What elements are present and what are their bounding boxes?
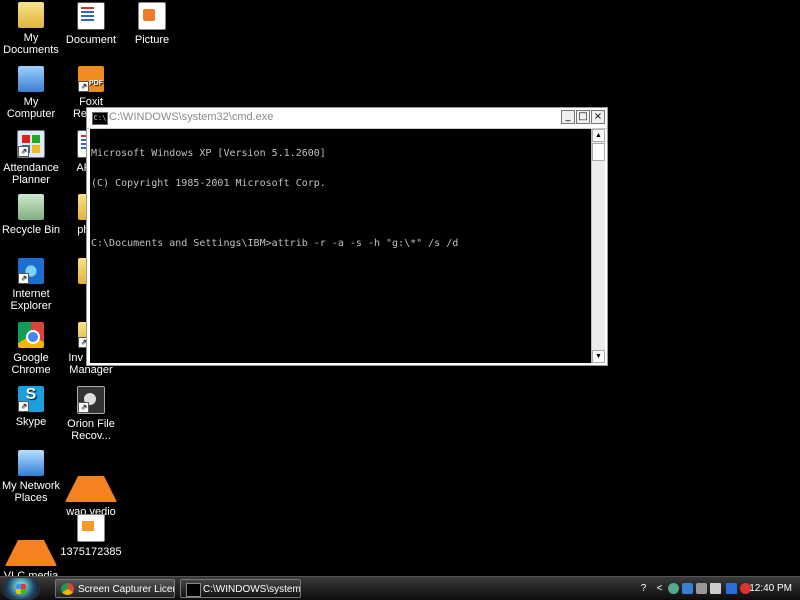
cmd-app-icon[interactable]: C:\ — [92, 112, 108, 125]
taskbar-clock[interactable]: 12:40 PM — [749, 583, 792, 594]
taskbar-item-screen-capturer[interactable]: Screen Capturer Licen... — [55, 579, 175, 598]
shortcut-arrow-icon: ↗ — [18, 273, 29, 284]
network-icon — [18, 450, 44, 476]
close-button[interactable]: × — [591, 110, 605, 124]
console-line: Microsoft Windows XP [Version 5.1.2600] — [91, 148, 326, 159]
desktop-icon-label: Picture — [134, 34, 170, 46]
desktop-icon-label: My Network Places — [1, 480, 61, 504]
chrome-icon — [18, 322, 44, 348]
scroll-thumb[interactable] — [592, 143, 605, 161]
folder-icon — [18, 2, 44, 28]
orion-recovery-icon: ↗ — [77, 386, 105, 414]
picture-file-icon — [138, 2, 166, 30]
foxit-pdf-icon: ↗ — [78, 66, 104, 92]
cmd-window-title: C:\WINDOWS\system32\cmd.exe — [109, 111, 274, 123]
vlc-cone-icon — [65, 450, 117, 502]
planner-icon: ↗ — [17, 130, 45, 158]
desktop-icon-label: Skype — [15, 416, 47, 428]
shortcut-arrow-icon: ↗ — [78, 402, 89, 413]
tray-app-icon[interactable] — [696, 583, 707, 594]
desktop-icon-attendance-planner[interactable]: ↗ Attendance Planner — [0, 130, 62, 186]
desktop-icon-label: Attendance Planner — [3, 162, 59, 186]
desktop-icon-wao-vedio[interactable]: wao vedio — [60, 450, 122, 518]
document-icon — [77, 2, 105, 30]
desktop-icon-1375172385[interactable]: 1375172385 — [60, 514, 122, 558]
tray-app-icon[interactable] — [668, 583, 679, 594]
shortcut-arrow-icon: ↗ — [78, 81, 89, 92]
desktop-icon-picture[interactable]: Picture — [121, 2, 183, 46]
desktop-icon-label: Recycle Bin — [1, 224, 61, 236]
shortcut-arrow-icon: ↗ — [18, 146, 29, 157]
taskbar: Screen Capturer Licen... C:\WINDOWS\syst… — [0, 576, 800, 600]
desktop-icon-orion-file-recovery[interactable]: ↗ Orion File Recov... — [60, 386, 122, 442]
console-line: (C) Copyright 1985-2001 Microsoft Corp. — [91, 178, 326, 189]
network-status-icon[interactable] — [726, 583, 737, 594]
taskbar-item-cmd[interactable]: C:\WINDOWS\system... — [180, 579, 301, 598]
taskbar-item-label: Screen Capturer Licen... — [78, 584, 174, 595]
desktop-icon-recycle-bin[interactable]: Recycle Bin — [0, 194, 62, 236]
desktop-icon-google-chrome[interactable]: Google Chrome — [0, 322, 62, 376]
volume-icon[interactable] — [710, 583, 721, 594]
desktop-icon-label: Orion File Recov... — [67, 418, 115, 442]
start-button[interactable] — [2, 577, 40, 600]
desktop-icon-label: Google Chrome — [11, 352, 51, 376]
recycle-bin-icon — [18, 194, 44, 220]
computer-icon — [18, 66, 44, 92]
tray-collapse-icon[interactable]: < — [654, 583, 665, 594]
desktop-icon-document[interactable]: Document — [60, 2, 122, 46]
tray-app-icon[interactable] — [682, 583, 693, 594]
desktop-icon-my-documents[interactable]: My Documents — [0, 2, 62, 56]
cmd-icon — [186, 583, 201, 597]
scroll-up-button[interactable]: ▲ — [592, 129, 605, 142]
internet-explorer-icon: ↗ — [18, 258, 44, 284]
cmd-console-output[interactable]: Microsoft Windows XP [Version 5.1.2600] … — [90, 129, 591, 363]
vertical-scrollbar[interactable]: ▲ ▼ — [591, 129, 605, 363]
desktop-icon-label: 1375172385 — [60, 546, 122, 558]
shortcut-arrow-icon: ↗ — [18, 401, 29, 412]
desktop-icon-my-computer[interactable]: My Computer — [0, 66, 62, 120]
cmd-window[interactable]: C:\ C:\WINDOWS\system32\cmd.exe _ □ × Mi… — [86, 107, 608, 366]
help-icon[interactable]: ? — [638, 583, 649, 594]
desktop-icon-label: My Computer — [6, 96, 56, 120]
vlc-cone-icon — [5, 514, 57, 566]
desktop-icon-my-network-places[interactable]: My Network Places — [0, 450, 62, 504]
desktop-icon-label: Document — [65, 34, 117, 46]
desktop: My Documents My Computer ↗ Attendance Pl… — [0, 0, 800, 594]
skype-icon: ↗ — [18, 386, 44, 412]
scroll-down-button[interactable]: ▼ — [592, 350, 605, 363]
system-tray: ? < 12:40 PM — [632, 577, 800, 600]
taskbar-item-label: C:\WINDOWS\system... — [203, 584, 301, 595]
cmd-title-bar[interactable]: C:\ C:\WINDOWS\system32\cmd.exe _ □ × — [87, 108, 607, 129]
desktop-icon-internet-explorer[interactable]: ↗ Internet Explorer — [0, 258, 62, 312]
desktop-icon-label: My Documents — [3, 32, 59, 56]
minimize-button[interactable]: _ — [561, 110, 575, 124]
desktop-icon-label: Internet Explorer — [10, 288, 52, 312]
image-file-icon — [77, 514, 105, 542]
console-prompt-line: C:\Documents and Settings\IBM>attrib -r … — [91, 238, 459, 249]
chrome-icon — [61, 583, 74, 595]
desktop-icon-skype[interactable]: ↗ Skype — [0, 386, 62, 428]
maximize-button[interactable]: □ — [576, 110, 590, 124]
